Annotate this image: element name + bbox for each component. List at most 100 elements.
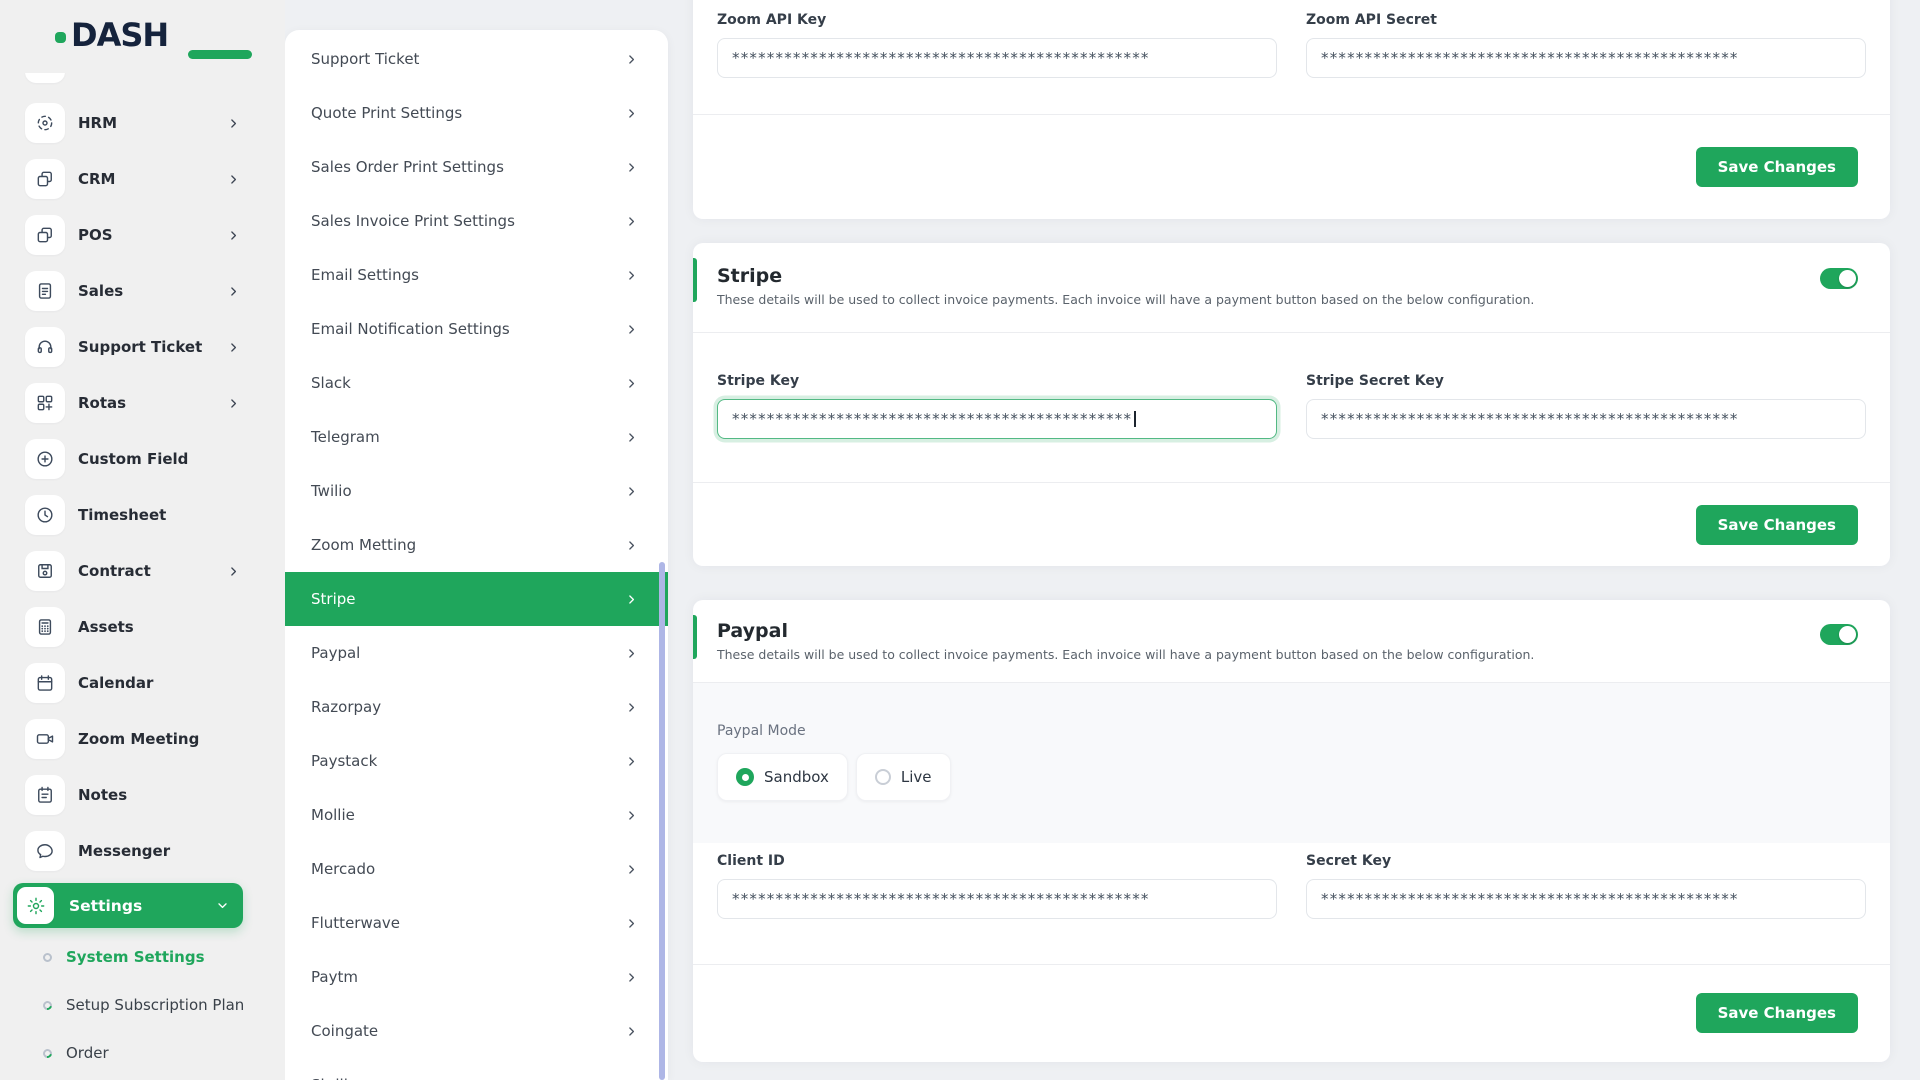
crosshair-icon: [25, 103, 65, 143]
paypal-settings-card: Paypal These details will be used to col…: [693, 600, 1890, 1062]
sidebar-item-label: Custom Field: [78, 450, 189, 468]
settings-nav-telegram[interactable]: Telegram: [285, 410, 668, 464]
sidebar-item-settings[interactable]: Settings: [13, 883, 243, 928]
sidebar-item-custom-field[interactable]: Custom Field: [25, 439, 240, 479]
sidebar-item-label: POS: [78, 226, 113, 244]
paypal-client-id-input[interactable]: ****************************************…: [717, 879, 1277, 919]
sidebar-subitem-system-settings[interactable]: System Settings: [43, 945, 205, 969]
save-changes-button[interactable]: Save Changes: [1695, 147, 1858, 187]
chevron-right-icon: [625, 647, 638, 660]
paypal-mode-live-option[interactable]: Live: [855, 753, 951, 801]
sidebar-item-label: Rotas: [78, 394, 127, 412]
sidebar-subitem-order[interactable]: Order: [41, 1041, 109, 1065]
brand-name: DASH: [71, 16, 169, 54]
paypal-mode-sandbox-option[interactable]: Sandbox: [717, 753, 848, 801]
settings-nav-mercado[interactable]: Mercado: [285, 842, 668, 896]
sidebar-item-hrm[interactable]: HRM: [25, 103, 240, 143]
sidebar-item-contract[interactable]: Contract: [25, 551, 240, 591]
nav-item-label: Coingate: [311, 1022, 379, 1040]
paypal-mode-label: Paypal Mode: [717, 723, 806, 739]
settings-nav-sales-order-print-settings[interactable]: Sales Order Print Settings: [285, 140, 668, 194]
sidebar-item-messenger[interactable]: Messenger: [25, 831, 240, 871]
text-cursor: [1134, 411, 1136, 427]
nav-item-label: Flutterwave: [311, 914, 401, 932]
nav-item-label: Razorpay: [311, 698, 382, 716]
zoom-api-secret-input[interactable]: ****************************************…: [1306, 38, 1866, 78]
settings-nav-sales-invoice-print-settings[interactable]: Sales Invoice Print Settings: [285, 194, 668, 248]
sidebar-item-support-ticket[interactable]: Support Ticket: [25, 327, 240, 367]
paypal-secret-key-input[interactable]: ****************************************…: [1306, 879, 1866, 919]
stripe-enabled-toggle[interactable]: [1820, 268, 1858, 289]
sidebar-subitem-label: System Settings: [66, 948, 205, 966]
field-label: Secret Key: [1306, 853, 1392, 869]
settings-nav-stripe[interactable]: Stripe: [285, 572, 668, 626]
settings-nav-skrill[interactable]: Skrill: [285, 1058, 668, 1080]
bullet-ring-icon: [41, 998, 54, 1012]
field-label: Zoom API Secret: [1306, 12, 1437, 28]
sidebar-item-label: Contract: [78, 562, 151, 580]
sidebar-item-pos[interactable]: POS: [25, 215, 240, 255]
settings-nav-paystack[interactable]: Paystack: [285, 734, 668, 788]
radio-checked-icon: [736, 768, 754, 786]
clock-icon: [25, 495, 65, 535]
settings-nav-coingate[interactable]: Coingate: [285, 1004, 668, 1058]
sidebar-subitem-label: Setup Subscription Plan: [66, 996, 245, 1014]
settings-nav-paypal[interactable]: Paypal: [285, 626, 668, 680]
logo-dot-icon: [55, 31, 66, 43]
chevron-right-icon: [625, 1025, 638, 1038]
sidebar-subitem-setup-subscription-plan[interactable]: Setup Subscription Plan: [41, 993, 245, 1017]
file-icon: [25, 271, 65, 311]
panel-scrollbar-thumb[interactable]: [659, 562, 665, 1080]
card-description: These details will be used to collect in…: [717, 292, 1535, 307]
chevron-right-icon: [227, 565, 240, 578]
plus-circle-icon: [25, 439, 65, 479]
stripe-secret-key-input[interactable]: ****************************************…: [1306, 399, 1866, 439]
settings-nav-flutterwave[interactable]: Flutterwave: [285, 896, 668, 950]
radio-label: Sandbox: [764, 768, 829, 786]
nav-item-label: Paytm: [311, 968, 358, 986]
sidebar-item-calendar[interactable]: Calendar: [25, 663, 240, 703]
brand-logo[interactable]: DASH: [55, 16, 252, 59]
chevron-right-icon: [625, 485, 638, 498]
settings-nav-zoom-metting[interactable]: Zoom Metting: [285, 518, 668, 572]
stripe-key-input[interactable]: ****************************************…: [717, 399, 1277, 439]
chevron-right-icon: [625, 215, 638, 228]
settings-nav-slack[interactable]: Slack: [285, 356, 668, 410]
zoom-api-key-input[interactable]: ****************************************…: [717, 38, 1277, 78]
chevron-right-icon: [625, 431, 638, 444]
nav-item-label: Zoom Metting: [311, 536, 417, 554]
settings-nav-paytm[interactable]: Paytm: [285, 950, 668, 1004]
card-accent-bar: [693, 615, 697, 659]
sidebar-item-timesheet[interactable]: Timesheet: [25, 495, 240, 535]
save-changes-button[interactable]: Save Changes: [1695, 505, 1858, 545]
stripe-settings-card: Stripe These details will be used to col…: [693, 243, 1890, 566]
settings-nav-email-settings[interactable]: Email Settings: [285, 248, 668, 302]
settings-nav-twilio[interactable]: Twilio: [285, 464, 668, 518]
chevron-right-icon: [227, 229, 240, 242]
sidebar-item-label: Timesheet: [78, 506, 167, 524]
settings-nav-email-notification-settings[interactable]: Email Notification Settings: [285, 302, 668, 356]
field-label: Zoom API Key: [717, 12, 827, 28]
save-changes-button[interactable]: Save Changes: [1695, 993, 1858, 1033]
sidebar-item-sales[interactable]: Sales: [25, 271, 240, 311]
chevron-right-icon: [625, 755, 638, 768]
sidebar-item-notes[interactable]: Notes: [25, 775, 240, 815]
field-label: Client ID: [717, 853, 785, 869]
sidebar-item-label: Support Ticket: [78, 338, 203, 356]
chevron-right-icon: [227, 173, 240, 186]
floppy-icon: [25, 551, 65, 591]
settings-nav-quote-print-settings[interactable]: Quote Print Settings: [285, 86, 668, 140]
sidebar-item-crm[interactable]: CRM: [25, 159, 240, 199]
settings-nav-mollie[interactable]: Mollie: [285, 788, 668, 842]
sidebar-item-rotas[interactable]: Rotas: [25, 383, 240, 423]
nav-item-label: Quote Print Settings: [311, 104, 463, 122]
nav-item-label: Email Settings: [311, 266, 419, 284]
sidebar-item-zoom-meeting[interactable]: Zoom Meeting: [25, 719, 240, 759]
sidebar-item-assets[interactable]: Assets: [25, 607, 240, 647]
chevron-right-icon: [625, 539, 638, 552]
calendar-icon: [25, 663, 65, 703]
sidebar-header: DASH: [0, 0, 285, 73]
paypal-enabled-toggle[interactable]: [1820, 624, 1858, 645]
settings-nav-support-ticket[interactable]: Support Ticket: [285, 32, 668, 86]
settings-nav-razorpay[interactable]: Razorpay: [285, 680, 668, 734]
